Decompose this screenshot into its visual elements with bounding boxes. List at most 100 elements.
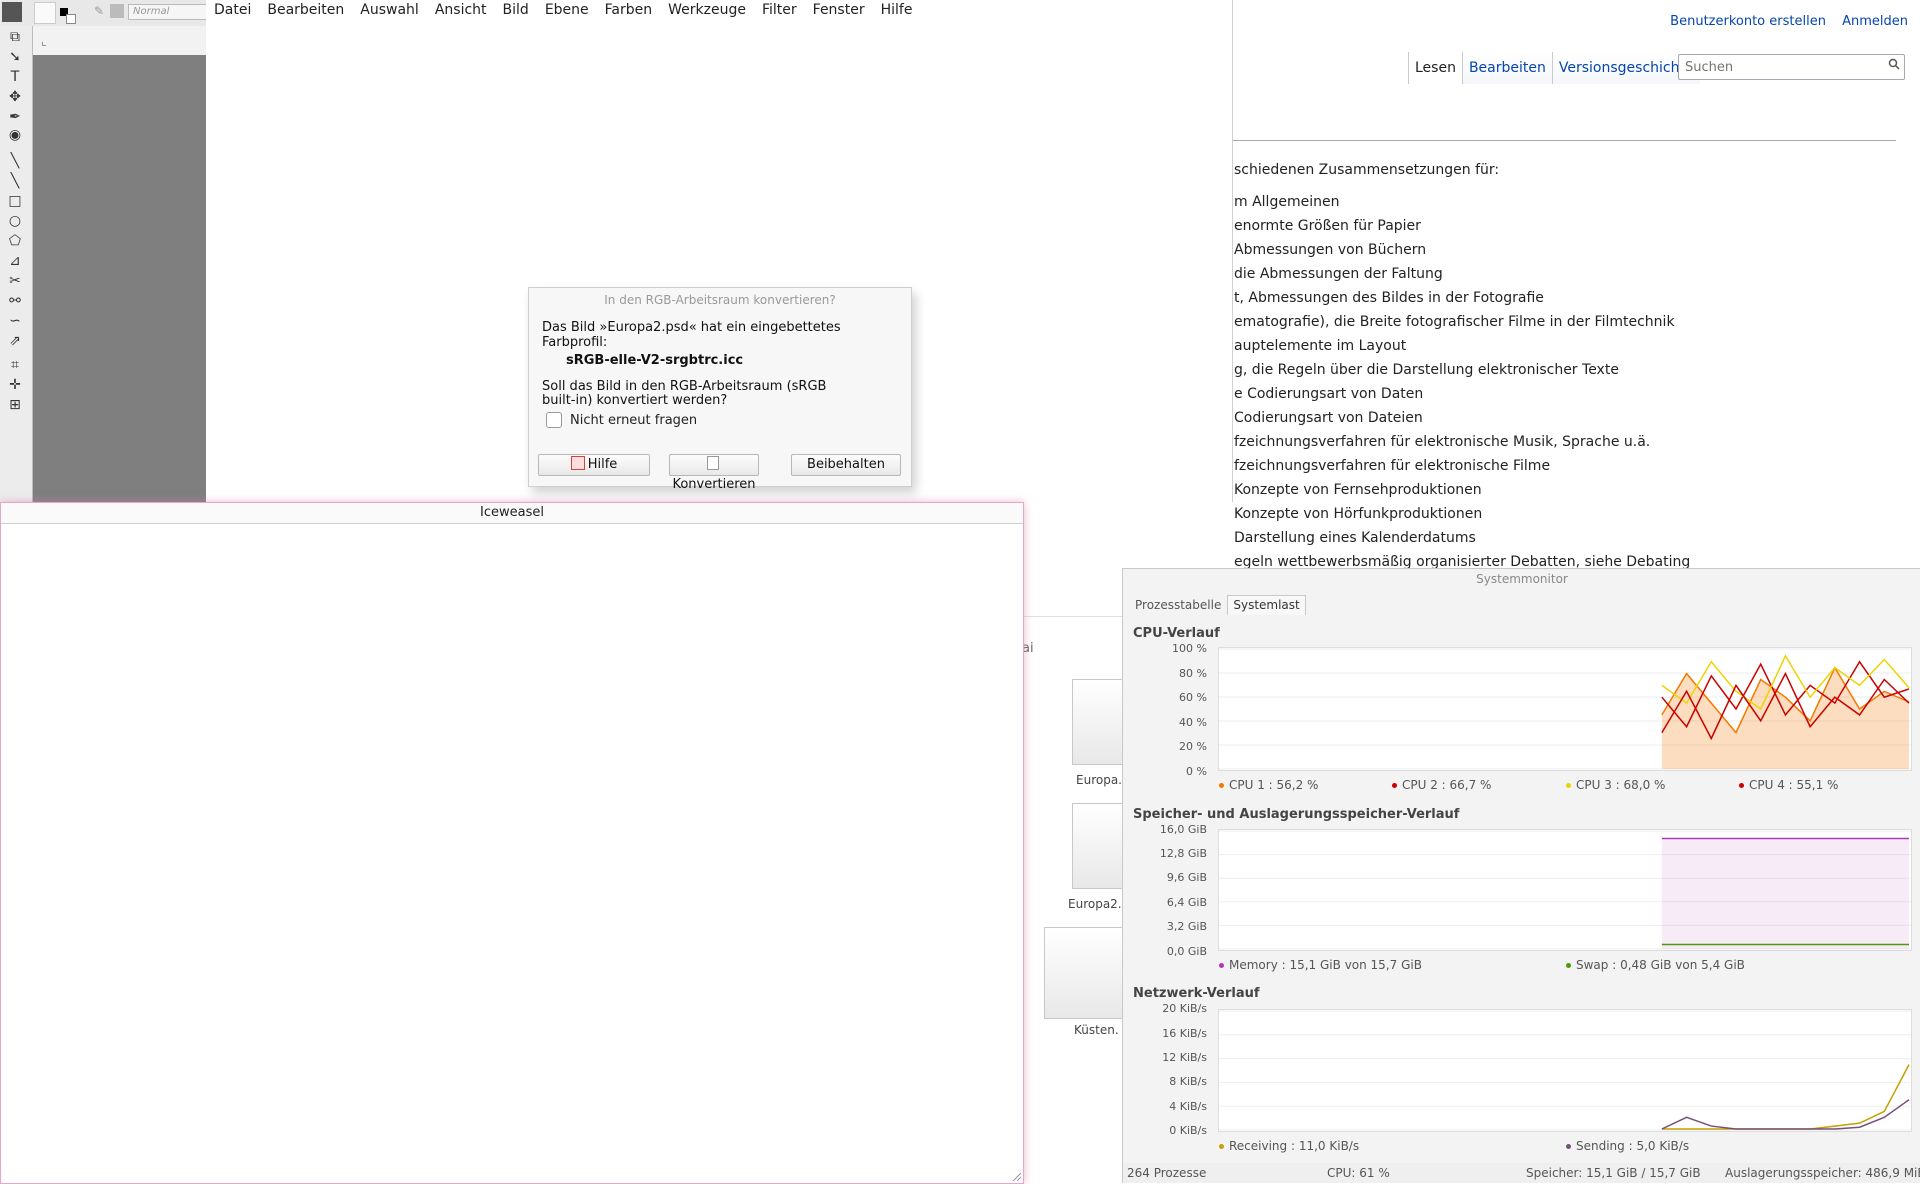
y-tick: 0 KiB/s xyxy=(1169,1124,1207,1137)
memory-section-title: Speicher- und Auslagerungsspeicher-Verla… xyxy=(1133,807,1460,822)
wiki-list: m Allgemeinen enormte Größen für Papier Ab… xyxy=(1234,190,1690,574)
menu-ebene[interactable]: Ebene xyxy=(537,0,597,22)
pointer-icon[interactable]: ➘ xyxy=(6,48,24,66)
y-tick: 4 KiB/s xyxy=(1169,1100,1207,1113)
file-thumbnail[interactable] xyxy=(1072,679,1128,765)
wiki-list-item: Konzepte von Hörfunkproduktionen xyxy=(1234,506,1483,522)
checkbox-box[interactable] xyxy=(546,412,562,428)
move-layers-icon[interactable]: ⧉ xyxy=(6,28,24,46)
transform-tool-icon[interactable]: ⊞ xyxy=(6,396,24,414)
wiki-search xyxy=(1678,54,1905,80)
swap-legend: Swap : 0,48 GiB von 5,4 GiB xyxy=(1566,958,1745,972)
cpu-section-title: CPU-Verlauf xyxy=(1133,626,1220,641)
recycle-file-icon[interactable] xyxy=(1072,803,1128,889)
wiki-list-item: ematografie), die Breite fotografischer … xyxy=(1234,314,1675,330)
wiki-list-item: Konzepte von Fernsehproduktionen xyxy=(1234,482,1482,498)
keep-button-label: Beibehalten xyxy=(807,457,885,472)
sysmon-tabs: Prozesstabelle Systemlast xyxy=(1129,595,1306,615)
y-tick: 3,2 GiB xyxy=(1166,920,1207,933)
text-tool-icon[interactable]: T xyxy=(6,68,24,86)
wiki-list-item: fzeichnungsverfahren für elektronische F… xyxy=(1234,458,1551,474)
heal-tool-icon[interactable]: ◉ xyxy=(6,126,24,144)
active-tool-icon[interactable] xyxy=(2,2,22,22)
wiki-tabs: Lesen Bearbeiten Versionsgeschichte xyxy=(1408,52,1700,84)
ruler: ⌞ xyxy=(33,26,206,56)
help-button[interactable]: Hilfe xyxy=(538,454,650,476)
y-tick: 8 KiB/s xyxy=(1169,1075,1207,1088)
free-select-icon[interactable]: ⬠ xyxy=(6,232,24,250)
move-tool-icon[interactable]: ✛ xyxy=(6,376,24,394)
gimp-toolbox: ✎ Normal ⌞ ⧉ ➘ T ✥ ✒ ◉ ╲ ╲ □ ○ ⬠ ⊿ ✂ ⚯ ∽… xyxy=(0,0,212,502)
crop-tool-icon[interactable]: ⌗ xyxy=(6,356,24,374)
tab-resources[interactable]: Systemlast xyxy=(1227,595,1306,615)
login-link[interactable]: Anmelden xyxy=(1842,14,1908,29)
mode-select[interactable]: Normal xyxy=(128,4,212,20)
menu-auswahl[interactable]: Auswahl xyxy=(352,0,427,22)
create-account-link[interactable]: Benutzerkonto erstellen xyxy=(1670,14,1826,29)
pencil-tool-icon[interactable]: ╲ xyxy=(6,172,24,190)
keep-button[interactable]: Beibehalten xyxy=(791,454,901,476)
cpu1-legend: CPU 1 : 56,2 % xyxy=(1219,778,1318,792)
wiki-page: Benutzerkonto erstellen Anmelden Lesen B… xyxy=(1232,0,1920,600)
ruler-corner-icon: ⌞ xyxy=(41,34,47,48)
menu-ansicht[interactable]: Ansicht xyxy=(427,0,495,22)
memory-history-chart xyxy=(1218,829,1912,951)
bg-color-swatch[interactable] xyxy=(66,14,76,24)
y-tick: 60 % xyxy=(1179,691,1207,704)
window-title[interactable]: Iceweasel xyxy=(1,503,1023,524)
network-history-chart xyxy=(1218,1009,1912,1132)
rect-select-icon[interactable]: □ xyxy=(6,192,24,210)
wiki-list-item: enormte Größen für Papier xyxy=(1234,218,1421,234)
convert-profile-dialog: In den RGB-Arbeitsraum konvertieren? Das… xyxy=(528,287,912,492)
legend-label: Receiving : 11,0 KiB/s xyxy=(1229,1139,1360,1153)
legend-label: CPU 4 : 55,1 % xyxy=(1749,778,1839,792)
tool-strip: ⧉ ➘ T ✥ ✒ ◉ ╲ ╲ □ ○ ⬠ ⊿ ✂ ⚯ ∽ ⇗ ⌗ ✛ ⊞ xyxy=(0,26,33,502)
legend-label: CPU 2 : 66,7 % xyxy=(1402,778,1492,792)
fuzzy-select-icon[interactable]: ⚯ xyxy=(6,292,24,310)
smudge-tool-icon[interactable]: ∽ xyxy=(6,312,24,330)
menu-farben[interactable]: Farben xyxy=(597,0,660,22)
dont-ask-again-checkbox[interactable]: Nicht erneut fragen xyxy=(546,412,697,428)
scissors-icon[interactable]: ✂ xyxy=(6,272,24,290)
menu-fenster[interactable]: Fenster xyxy=(805,0,873,22)
dialog-title[interactable]: In den RGB-Arbeitsraum konvertieren? xyxy=(529,290,911,310)
wiki-list-item: fzeichnungsverfahren für elektronische M… xyxy=(1234,434,1651,450)
search-icon[interactable] xyxy=(1888,58,1900,70)
help-icon xyxy=(570,456,585,470)
legend-dot xyxy=(1566,963,1571,968)
y-tick: 12 KiB/s xyxy=(1162,1051,1207,1064)
tab-read[interactable]: Lesen xyxy=(1408,52,1462,84)
window-title[interactable]: Systemmonitor xyxy=(1123,569,1920,589)
menu-filter[interactable]: Filter xyxy=(754,0,805,22)
tab-processes[interactable]: Prozesstabelle xyxy=(1129,595,1227,615)
y-tick: 9,6 GiB xyxy=(1166,871,1207,884)
color-picker-icon[interactable]: ⇗ xyxy=(6,332,24,350)
paths-tool-icon[interactable]: ⊿ xyxy=(6,252,24,270)
menu-bearbeiten[interactable]: Bearbeiten xyxy=(259,0,352,22)
fill-tool-icon[interactable]: ✥ xyxy=(6,88,24,106)
brush-tool-icon[interactable]: ╲ xyxy=(6,152,24,170)
menu-bild[interactable]: Bild xyxy=(495,0,537,22)
pipette-icon[interactable]: ✎ xyxy=(94,4,104,18)
search-input[interactable] xyxy=(1683,55,1877,79)
resize-grip-icon[interactable] xyxy=(1011,1171,1021,1181)
legend-label: Sending : 5,0 KiB/s xyxy=(1576,1139,1690,1153)
brush-preview[interactable] xyxy=(34,2,56,24)
canvas-background xyxy=(33,55,206,502)
legend-label: Memory : 15,1 GiB von 15,7 GiB xyxy=(1229,958,1422,972)
menu-hilfe[interactable]: Hilfe xyxy=(873,0,921,22)
tab-edit[interactable]: Bearbeiten xyxy=(1461,52,1552,84)
menu-werkzeuge[interactable]: Werkzeuge xyxy=(660,0,754,22)
pen-tool-icon[interactable]: ✒ xyxy=(6,108,24,126)
status-bar: 264 Prozesse CPU: 61 % Speicher: 15,1 Gi… xyxy=(1123,1163,1920,1183)
convert-button[interactable]: Konvertieren xyxy=(669,454,759,492)
legend-dot xyxy=(1219,783,1224,788)
dialog-question: Soll das Bild in den RGB-Arbeitsraum (sR… xyxy=(542,379,827,408)
wiki-user-links: Benutzerkonto erstellen Anmelden xyxy=(1658,14,1908,29)
wiki-list-item: Abmessungen von Büchern xyxy=(1234,242,1427,258)
legend-label: CPU 1 : 56,2 % xyxy=(1229,778,1319,792)
menu-datei[interactable]: Datei xyxy=(206,0,259,22)
paint-mode-icon[interactable] xyxy=(110,4,124,18)
ellipse-select-icon[interactable]: ○ xyxy=(6,212,24,230)
file-thumbnail[interactable] xyxy=(1044,927,1128,1019)
